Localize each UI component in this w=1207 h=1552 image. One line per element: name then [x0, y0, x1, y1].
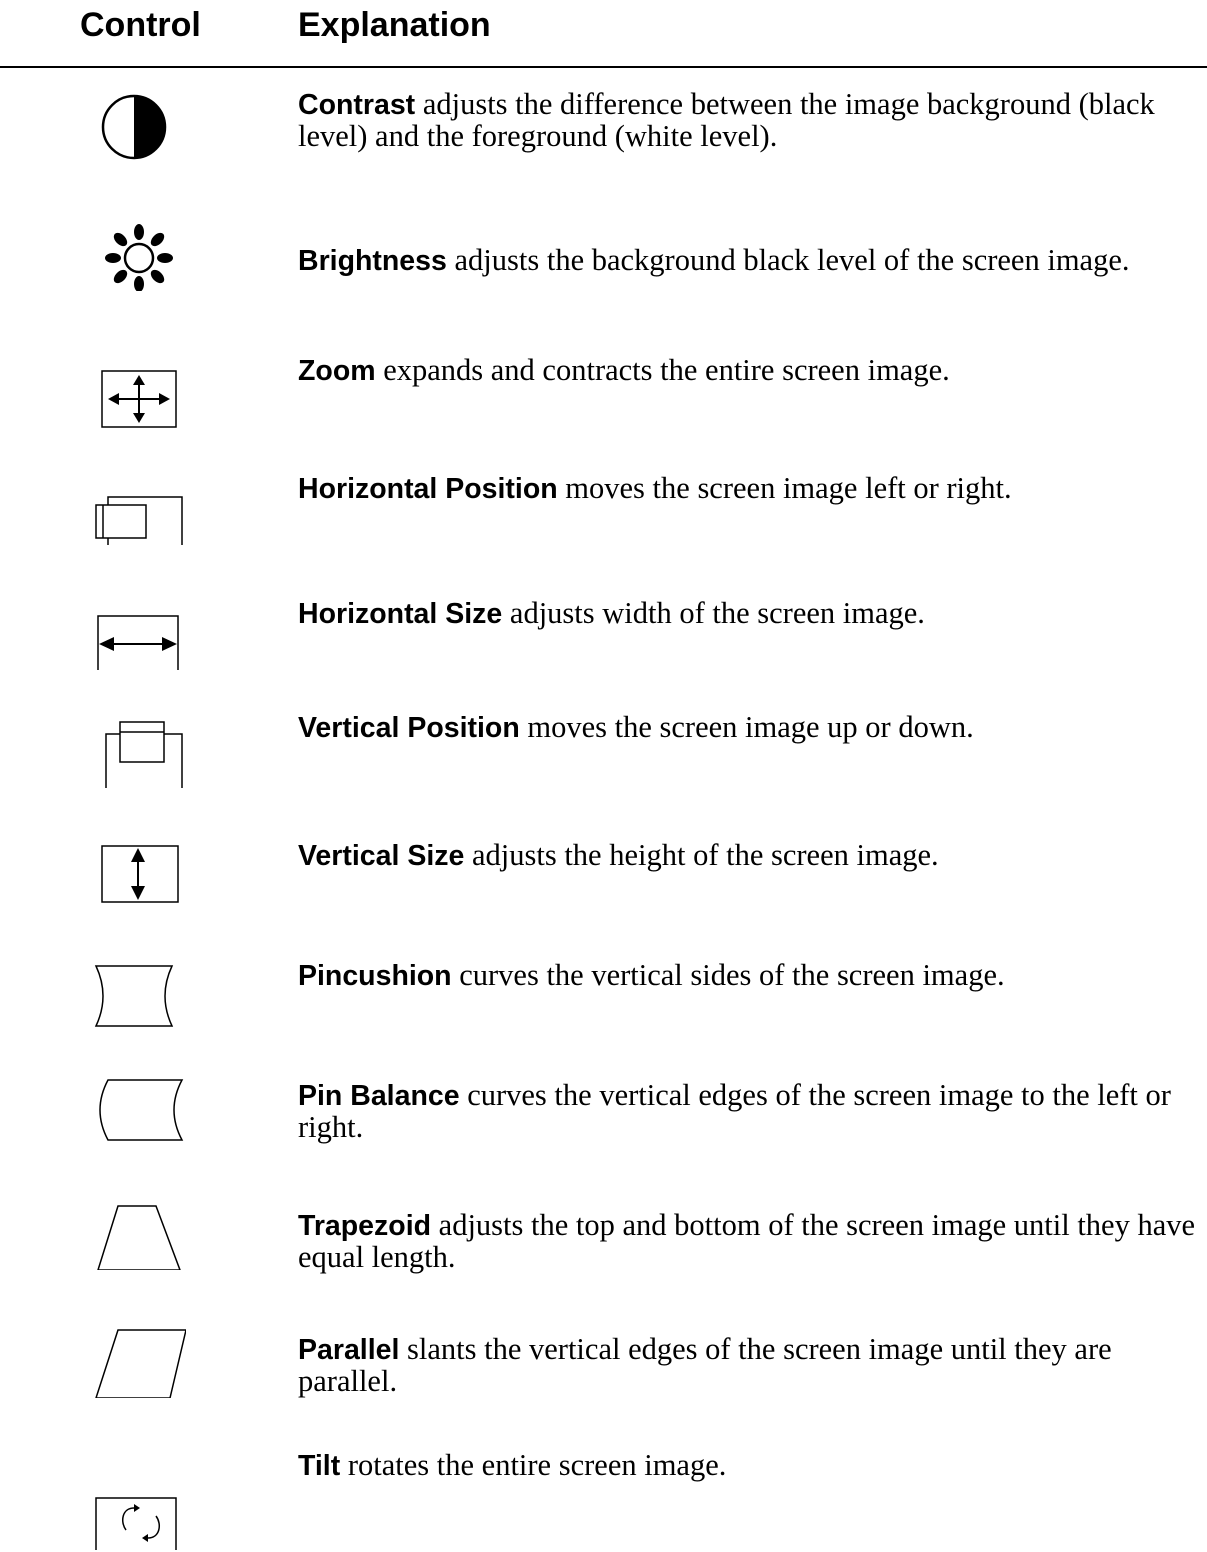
tilt-icon [94, 1480, 186, 1550]
control-explanation: curves the vertical sides of the screen … [451, 958, 1005, 992]
brightness-icon [94, 221, 186, 291]
control-explanation: expands and contracts the entire screen … [375, 353, 950, 387]
control-explanation: adjusts the difference between the image… [298, 87, 1155, 153]
horizontal-position-icon [94, 475, 186, 545]
control-term: Brightness [298, 245, 447, 277]
control-explanation: moves the screen image up or down. [519, 710, 974, 744]
trapezoid-icon [94, 1200, 186, 1270]
control-term: Horizontal Position [298, 473, 558, 505]
pincushion-icon [94, 960, 186, 1030]
explanation-column-header: Explanation [298, 6, 491, 44]
control-explanation: adjusts the height of the screen image. [464, 838, 939, 872]
control-description: Contrast adjusts the difference between … [298, 89, 1203, 152]
control-description: Pincushion curves the vertical sides of … [298, 960, 1203, 992]
zoom-icon [94, 361, 186, 431]
control-term: Pincushion [298, 960, 452, 992]
control-description: Parallel slants the vertical edges of th… [298, 1334, 1203, 1397]
control-term: Contrast [298, 89, 416, 121]
control-description: Horizontal Position moves the screen ima… [298, 473, 1203, 505]
control-explanation: adjusts the background black level of th… [446, 243, 1130, 277]
control-term: Zoom [298, 355, 376, 387]
control-description: Zoom expands and contracts the entire sc… [298, 355, 1203, 387]
control-term: Horizontal Size [298, 598, 503, 630]
table-header: Control Explanation [0, 0, 1207, 68]
control-column-header: Control [80, 6, 201, 44]
control-description: Horizontal Size adjusts width of the scr… [298, 598, 1203, 630]
control-term: Parallel [298, 1334, 400, 1366]
control-term: Tilt [298, 1450, 341, 1482]
control-explanation: adjusts the top and bottom of the screen… [298, 1208, 1196, 1274]
control-description: Pin Balance curves the vertical edges of… [298, 1080, 1203, 1143]
control-description: Brightness adjusts the background black … [298, 245, 1203, 277]
control-description: Trapezoid adjusts the top and bottom of … [298, 1210, 1203, 1273]
control-term: Vertical Position [298, 712, 520, 744]
control-term: Vertical Size [298, 840, 465, 872]
control-term: Pin Balance [298, 1080, 460, 1112]
control-explanation: adjusts width of the screen image. [502, 596, 925, 630]
vertical-position-icon [94, 718, 186, 788]
vertical-size-icon [94, 838, 186, 908]
header-divider [0, 66, 1207, 68]
control-term: Trapezoid [298, 1210, 432, 1242]
pin-balance-icon [94, 1074, 186, 1144]
horizontal-size-icon [94, 600, 186, 670]
contrast-icon [94, 92, 186, 162]
control-description: Tilt rotates the entire screen image. [298, 1450, 1203, 1482]
control-description: Vertical Position moves the screen image… [298, 712, 1203, 744]
control-explanation: rotates the entire screen image. [340, 1448, 727, 1482]
control-explanation: moves the screen image left or right. [557, 471, 1012, 505]
control-description: Vertical Size adjusts the height of the … [298, 840, 1203, 872]
control-explanation: slants the vertical edges of the screen … [298, 1332, 1112, 1398]
parallel-icon [94, 1328, 186, 1398]
